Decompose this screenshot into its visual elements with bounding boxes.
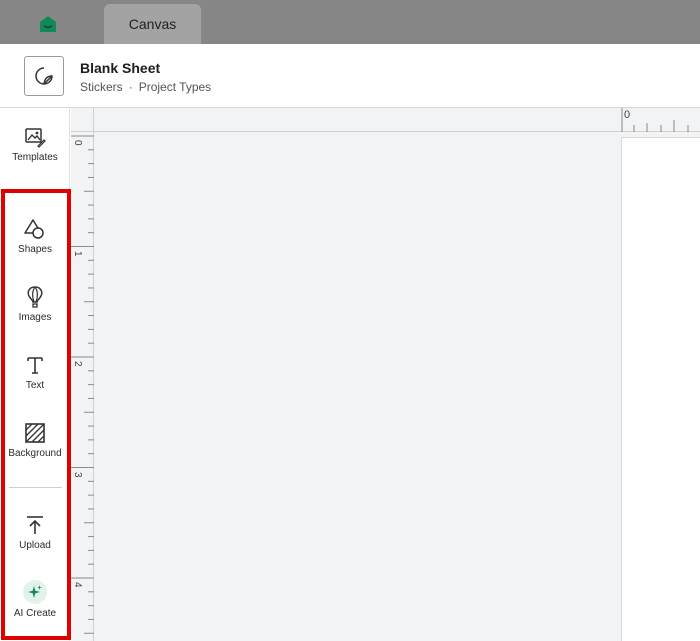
- toolbar-divider: [9, 487, 62, 488]
- balloon-icon: [27, 286, 43, 308]
- shapes-icon: [24, 219, 44, 239]
- sidebar-item-shapes[interactable]: Shapes: [0, 218, 70, 255]
- left-toolbar: Templates Shapes Images Text Background: [0, 108, 70, 641]
- ruler-label: 2: [72, 361, 83, 367]
- sidebar-item-images[interactable]: Images: [0, 286, 70, 323]
- text-icon: [27, 357, 43, 374]
- ruler-label: 0: [72, 140, 83, 146]
- vertical-ruler: 0 1 2 3 4: [71, 132, 94, 641]
- project-header: Blank Sheet Stickers · Project Types: [0, 44, 700, 108]
- sidebar-item-label: Shapes: [18, 244, 52, 255]
- ai-create-badge: [23, 580, 47, 604]
- breadcrumb-stickers[interactable]: Stickers: [80, 80, 123, 94]
- breadcrumb: Stickers · Project Types: [80, 80, 211, 94]
- breadcrumb-separator: ·: [128, 80, 133, 94]
- background-icon: [25, 423, 45, 443]
- sidebar-item-text[interactable]: Text: [0, 354, 70, 391]
- ruler-label: 0: [624, 109, 631, 121]
- design-canvas[interactable]: [71, 108, 700, 641]
- top-tab-bar: Canvas: [0, 0, 700, 44]
- ruler-corner: [71, 108, 94, 132]
- breadcrumb-project-types[interactable]: Project Types: [139, 80, 211, 94]
- sidebar-item-templates[interactable]: Templates: [0, 126, 70, 163]
- ruler-label: 1: [72, 251, 83, 257]
- sidebar-item-label: Templates: [12, 152, 58, 163]
- sidebar-item-label: Text: [25, 380, 45, 391]
- ruler-label: 4: [72, 582, 83, 588]
- sidebar-item-label: Upload: [19, 540, 51, 551]
- sparkle-icon: [28, 585, 42, 598]
- horizontal-ruler: 0: [94, 108, 700, 132]
- tab-canvas-label: Canvas: [128, 16, 177, 32]
- sidebar-item-label: Background: [8, 448, 62, 459]
- sidebar-item-ai-create[interactable]: AI Create: [0, 580, 70, 619]
- upload-icon: [27, 516, 43, 534]
- project-title: Blank Sheet: [80, 60, 161, 76]
- ruler-label: 3: [72, 472, 83, 478]
- project-type-button[interactable]: [24, 56, 64, 96]
- home-icon: [40, 16, 56, 32]
- home-button[interactable]: [32, 10, 64, 38]
- sidebar-item-background[interactable]: Background: [0, 422, 70, 459]
- sidebar-item-label: AI Create: [13, 608, 57, 619]
- sticker-icon: [35, 67, 53, 85]
- tab-canvas[interactable]: Canvas: [104, 4, 201, 44]
- sidebar-item-label: Images: [18, 312, 52, 323]
- canvas-sheet[interactable]: [621, 137, 700, 641]
- sidebar-item-upload[interactable]: Upload: [0, 514, 70, 551]
- templates-icon: [25, 128, 46, 148]
